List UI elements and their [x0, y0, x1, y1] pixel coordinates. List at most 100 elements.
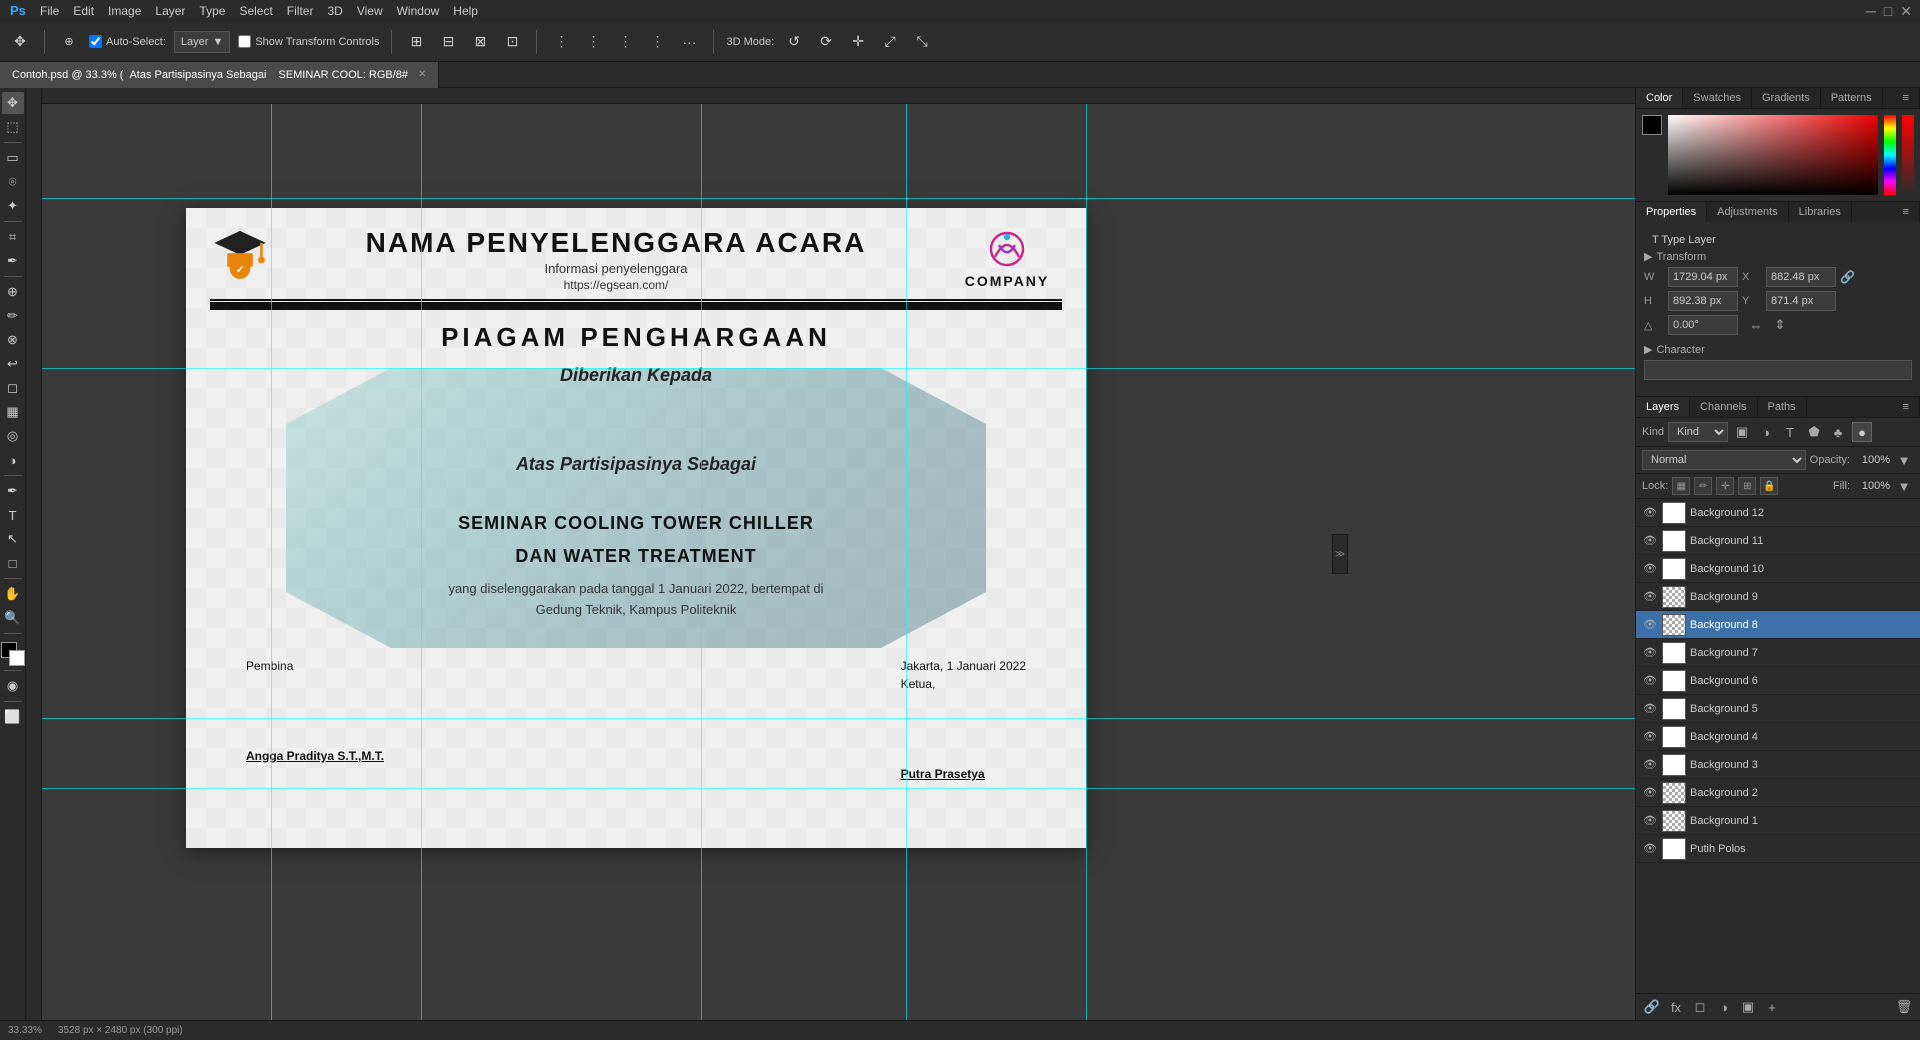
menu-view[interactable]: View: [357, 4, 383, 18]
filter-active[interactable]: ●: [1852, 422, 1872, 442]
x-input[interactable]: [1766, 267, 1836, 287]
menu-select[interactable]: Select: [239, 4, 272, 18]
tab-layers[interactable]: Layers: [1636, 397, 1690, 417]
3d-scale-icon[interactable]: ⤡: [910, 30, 934, 54]
fg-bg-colors[interactable]: [1, 642, 25, 666]
tab-channels[interactable]: Channels: [1690, 397, 1757, 417]
distribute2-icon[interactable]: ⋮: [581, 30, 605, 54]
filter-shape-icon[interactable]: ⬟: [1804, 422, 1824, 442]
layer-adjustment-icon[interactable]: ◑: [1714, 997, 1734, 1017]
filter-pixel-icon[interactable]: ▣: [1732, 422, 1752, 442]
layer-visibility-icon[interactable]: 👁: [1642, 561, 1658, 577]
spot-heal-tool[interactable]: ⊕: [2, 281, 24, 303]
properties-panel-menu[interactable]: ≡: [1893, 202, 1920, 222]
layer-item[interactable]: 👁Background 12: [1636, 499, 1920, 527]
tab-patterns[interactable]: Patterns: [1821, 88, 1883, 108]
close-icon[interactable]: ✕: [1900, 3, 1912, 20]
eraser-tool[interactable]: ◻: [2, 377, 24, 399]
filter-adjust-icon[interactable]: ◑: [1756, 422, 1776, 442]
minimize-icon[interactable]: ─: [1866, 3, 1876, 19]
alpha-slider[interactable]: [1902, 115, 1914, 195]
zoom-tool[interactable]: 🔍: [2, 607, 24, 629]
tab-close[interactable]: ✕: [418, 69, 426, 80]
canvas-area[interactable]: ✓ NAMA PENYELENGGARA ACARA Informasi pen…: [26, 88, 1635, 1020]
move-tool-icon[interactable]: ✥: [8, 30, 32, 54]
lock-image-icon[interactable]: ✏: [1694, 477, 1712, 495]
auto-select-checkbox[interactable]: Auto-Select:: [89, 35, 166, 48]
layer-item[interactable]: 👁Background 1: [1636, 807, 1920, 835]
lock-aspect-icon[interactable]: 🔗: [1840, 270, 1855, 284]
hue-slider[interactable]: [1884, 115, 1896, 195]
marquee-tool[interactable]: ▭: [2, 147, 24, 169]
tab-adjustments[interactable]: Adjustments: [1707, 202, 1789, 222]
align-left-icon[interactable]: ⊞: [404, 30, 428, 54]
layer-visibility-icon[interactable]: 👁: [1642, 505, 1658, 521]
layer-fx-icon[interactable]: fx: [1666, 997, 1686, 1017]
menu-window[interactable]: Window: [397, 4, 440, 18]
shape-tool[interactable]: □: [2, 552, 24, 574]
ellipsis-icon[interactable]: ···: [677, 30, 701, 54]
crop-tool[interactable]: ⌗: [2, 226, 24, 248]
3d-slide-icon[interactable]: ⤢: [878, 30, 902, 54]
active-tab[interactable]: Contoh.psd @ 33.3% (Atas Partisipasinya …: [0, 62, 439, 88]
layer-item[interactable]: 👁Background 4: [1636, 723, 1920, 751]
distribute4-icon[interactable]: ⋮: [645, 30, 669, 54]
menu-3d[interactable]: 3D: [327, 4, 342, 18]
blend-mode-select[interactable]: Normal: [1642, 450, 1806, 470]
lock-position-icon[interactable]: ✛: [1716, 477, 1734, 495]
h-input[interactable]: [1668, 291, 1738, 311]
tab-paths[interactable]: Paths: [1758, 397, 1807, 417]
foreground-swatch[interactable]: [1642, 115, 1662, 135]
angle-input[interactable]: [1668, 315, 1738, 335]
layer-visibility-icon[interactable]: 👁: [1642, 813, 1658, 829]
opacity-arrow-icon[interactable]: ▼: [1894, 450, 1914, 470]
layer-delete-icon[interactable]: 🗑: [1894, 997, 1914, 1017]
distribute-icon[interactable]: ⋮: [549, 30, 573, 54]
align-top-icon[interactable]: ⊡: [500, 30, 524, 54]
panel-collapse-button[interactable]: ≫: [1332, 534, 1348, 574]
menu-type[interactable]: Type: [199, 4, 225, 18]
blur-tool[interactable]: ◎: [2, 425, 24, 447]
layer-dropdown[interactable]: Layer ▼: [174, 31, 230, 53]
layer-visibility-icon[interactable]: 👁: [1642, 673, 1658, 689]
quick-mask-tool[interactable]: ◉: [2, 675, 24, 697]
lock-transparent-icon[interactable]: ▦: [1672, 477, 1690, 495]
layer-item[interactable]: 👁Background 5: [1636, 695, 1920, 723]
layer-visibility-icon[interactable]: 👁: [1642, 841, 1658, 857]
layer-visibility-icon[interactable]: 👁: [1642, 785, 1658, 801]
layer-item[interactable]: 👁Background 7: [1636, 639, 1920, 667]
kind-dropdown[interactable]: Kind: [1668, 422, 1728, 442]
screen-mode-tool[interactable]: ⬜: [2, 706, 24, 728]
tab-libraries[interactable]: Libraries: [1789, 202, 1852, 222]
layer-visibility-icon[interactable]: 👁: [1642, 645, 1658, 661]
align-right-icon[interactable]: ⊠: [468, 30, 492, 54]
menu-file[interactable]: File: [40, 4, 59, 18]
eyedropper-tool[interactable]: ✒: [2, 250, 24, 272]
distribute3-icon[interactable]: ⋮: [613, 30, 637, 54]
menu-edit[interactable]: Edit: [73, 4, 94, 18]
text-tool[interactable]: T: [2, 504, 24, 526]
3d-orbit-icon[interactable]: ⟳: [814, 30, 838, 54]
3d-pan-icon[interactable]: ✛: [846, 30, 870, 54]
align-center-icon[interactable]: ⊟: [436, 30, 460, 54]
menu-help[interactable]: Help: [453, 4, 478, 18]
menu-image[interactable]: Image: [108, 4, 141, 18]
path-select-tool[interactable]: ↖: [2, 528, 24, 550]
history-brush-tool[interactable]: ↩: [2, 353, 24, 375]
layer-item[interactable]: 👁Putih Polos: [1636, 835, 1920, 863]
layer-visibility-icon[interactable]: 👁: [1642, 589, 1658, 605]
hand-tool[interactable]: ✋: [2, 583, 24, 605]
layers-list[interactable]: 👁Background 12👁Background 11👁Background …: [1636, 499, 1920, 993]
filter-type-icon[interactable]: T: [1780, 422, 1800, 442]
color-panel-menu-icon[interactable]: ≡: [1893, 88, 1920, 108]
lock-artboard-icon[interactable]: ⊞: [1738, 477, 1756, 495]
dodge-tool[interactable]: ◑: [2, 449, 24, 471]
menu-filter[interactable]: Filter: [287, 4, 314, 18]
fill-arrow-icon[interactable]: ▼: [1894, 476, 1914, 496]
layer-mask-icon[interactable]: ◻: [1690, 997, 1710, 1017]
layer-link-icon[interactable]: 🔗: [1642, 997, 1662, 1017]
artboard-tool[interactable]: ⬚: [2, 116, 24, 138]
tab-gradients[interactable]: Gradients: [1752, 88, 1821, 108]
background-color[interactable]: [9, 650, 25, 666]
layer-item[interactable]: 👁Background 10: [1636, 555, 1920, 583]
